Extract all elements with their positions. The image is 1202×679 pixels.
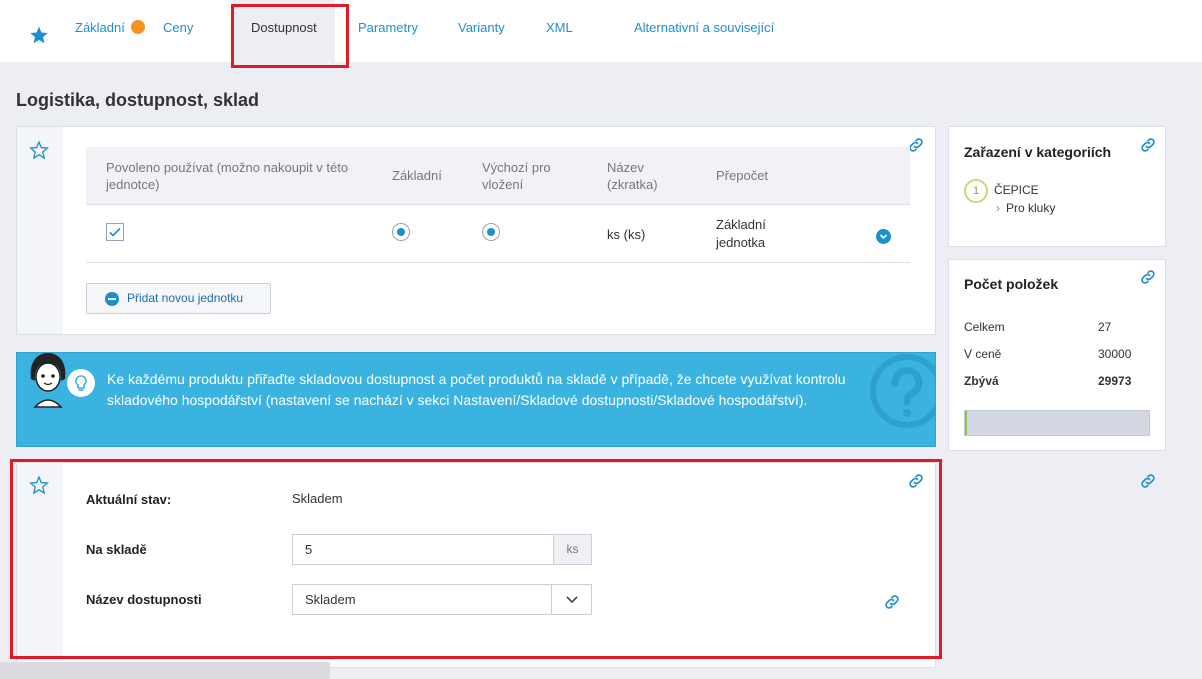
- link-icon[interactable]: [1139, 472, 1157, 490]
- page-title: Logistika, dostupnost, sklad: [16, 90, 260, 110]
- help-question-icon: [870, 354, 935, 428]
- lightbulb-icon: [67, 369, 95, 397]
- link-icon[interactable]: [907, 472, 925, 490]
- mascot-avatar-icon: [30, 353, 66, 408]
- table-divider: [86, 262, 910, 263]
- tab-availability[interactable]: Dostupnost: [233, 0, 335, 62]
- add-unit-button[interactable]: Přidat novou jednotku: [86, 283, 271, 314]
- header-conversion: Přepočet: [716, 168, 769, 183]
- category-index-badge: 1: [964, 179, 988, 203]
- current-stock-value: Skladem: [292, 491, 343, 506]
- tab-basic[interactable]: Základní: [75, 0, 145, 62]
- availability-label: Název dostupnosti: [86, 592, 202, 607]
- remaining-value: 29973: [1098, 374, 1132, 388]
- info-banner: Ke každému produktu přiřaďte skladovou d…: [16, 352, 936, 447]
- remaining-label: Zbývá: [964, 374, 999, 388]
- header-allowed: Povoleno používat (možno nakoupit v této…: [106, 160, 349, 192]
- item-count-title: Počet položek: [964, 276, 1059, 292]
- favorite-star-icon[interactable]: [29, 475, 49, 495]
- total-label: Celkem: [964, 320, 1005, 334]
- header-name: Název (zkratka): [607, 160, 658, 192]
- basic-unit-radio[interactable]: [392, 223, 410, 241]
- link-icon[interactable]: [1139, 136, 1157, 154]
- total-value: 27: [1098, 320, 1112, 334]
- favorite-star-icon[interactable]: [29, 25, 49, 45]
- checkmark-icon: [109, 227, 121, 237]
- progress-fill: [965, 411, 967, 435]
- item-count-progress: [964, 410, 1150, 436]
- header-default: Výchozí pro vložení: [482, 160, 551, 192]
- select-toggle[interactable]: [551, 585, 591, 614]
- chevron-right-icon: ›: [996, 201, 1000, 215]
- chevron-down-icon: [566, 596, 578, 604]
- tab-related[interactable]: Alternativní a související: [634, 0, 774, 62]
- chevron-down-icon: [879, 234, 888, 240]
- link-icon[interactable]: [883, 593, 901, 611]
- tab-prices[interactable]: Ceny: [163, 0, 193, 62]
- link-icon[interactable]: [1139, 268, 1157, 286]
- allowed-checkbox[interactable]: [106, 223, 124, 241]
- category-child: Pro kluky: [1006, 201, 1056, 215]
- in-price-label: V ceně: [964, 347, 1002, 361]
- stock-qty-input[interactable]: 5: [292, 534, 554, 565]
- unit-conversion: Základní jednotka: [716, 217, 766, 250]
- stock-qty-unit: ks: [553, 534, 592, 565]
- stock-qty-label: Na skladě: [86, 542, 147, 557]
- plus-circle-icon: [105, 292, 119, 306]
- tab-parameters[interactable]: Parametry: [358, 0, 418, 62]
- horizontal-scrollbar[interactable]: [0, 662, 330, 679]
- availability-select[interactable]: Skladem: [292, 584, 592, 615]
- category-child-item[interactable]: › Pro kluky: [996, 201, 1055, 215]
- unit-name: ks (ks): [607, 227, 646, 242]
- tab-basic-label: Základní: [75, 20, 125, 35]
- availability-selected-value: Skladem: [305, 592, 356, 607]
- current-stock-label: Aktuální stav:: [86, 492, 172, 507]
- in-price-value: 30000: [1098, 347, 1132, 361]
- header-basic: Základní: [392, 168, 442, 183]
- banner-text: Ke každému produktu přiřaďte skladovou d…: [107, 371, 846, 408]
- add-unit-label: Přidat novou jednotku: [127, 291, 244, 305]
- row-expand-button[interactable]: [876, 229, 891, 244]
- tab-bar: Základní Ceny Dostupnost Parametry Varia…: [0, 0, 1202, 62]
- default-unit-radio[interactable]: [482, 223, 500, 241]
- categories-title: Zařazení v kategoriích: [964, 144, 1112, 160]
- favorite-star-icon[interactable]: [29, 140, 49, 160]
- category-parent[interactable]: ČEPICE: [994, 183, 1039, 197]
- tab-variants[interactable]: Varianty: [458, 0, 505, 62]
- warning-dot-icon: [130, 20, 145, 34]
- tab-xml[interactable]: XML: [546, 0, 573, 62]
